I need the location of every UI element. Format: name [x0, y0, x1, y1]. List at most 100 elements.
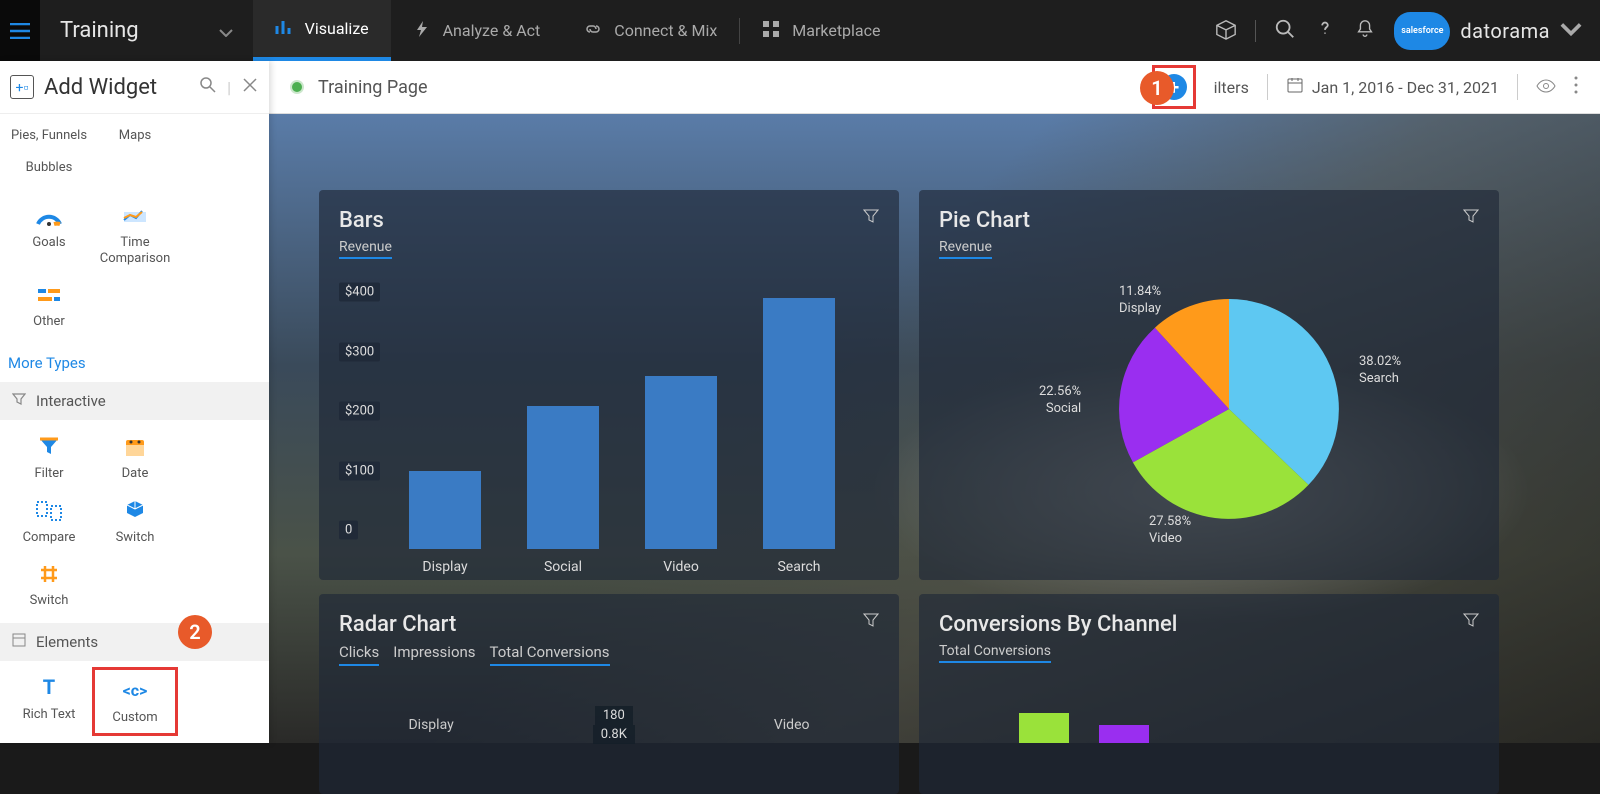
widget-interactive-compare[interactable]: Compare	[6, 490, 92, 554]
funnel-icon	[31, 434, 67, 460]
bar-search	[763, 298, 835, 549]
search-icon[interactable]	[1274, 18, 1296, 44]
radar-value: 180	[595, 706, 633, 725]
pie-label-display: 11.84% Display	[1119, 284, 1161, 318]
add-widget-panel: +▫ Add Widget | Pies, Funnels Maps Bubbl…	[0, 61, 269, 743]
radar-value: 0.8K	[593, 725, 635, 744]
widget-type-other[interactable]: Other	[6, 274, 92, 338]
y-tick: $400	[339, 283, 380, 302]
widget-interactive-filter[interactable]: Filter	[6, 426, 92, 490]
section-interactive: Interactive	[0, 382, 269, 420]
more-types-link[interactable]: More Types	[0, 344, 269, 382]
hamburger-button[interactable]	[0, 0, 40, 61]
widget-type-maps[interactable]: Maps	[92, 120, 178, 152]
pie-chart: 38.02% Search 27.58% Video 22.56% Social…	[939, 269, 1479, 559]
widget-type-pies[interactable]: Pies, Funnels	[6, 120, 92, 152]
widget-radar[interactable]: Radar Chart Clicks Impressions Total Con…	[319, 594, 899, 794]
filter-icon[interactable]	[1463, 612, 1479, 632]
dashboard-canvas: Bars Revenue 0 $100 $200 $300 $400 Displ…	[269, 114, 1600, 743]
radar-chart: Display 180 0.8K Video	[339, 680, 879, 770]
y-tick: $300	[339, 342, 380, 361]
filters-label[interactable]: ilters	[1214, 78, 1249, 97]
widget-type-goals[interactable]: Goals	[6, 195, 92, 274]
eye-icon[interactable]	[1536, 78, 1556, 97]
text-icon: T	[31, 675, 67, 701]
bar-video	[645, 376, 717, 549]
tab-label: Connect & Mix	[614, 21, 717, 40]
bar-chart: 0 $100 $200 $300 $400	[389, 279, 879, 549]
bar-social	[527, 406, 599, 549]
widget-element-rich-text[interactable]: T Rich Text	[6, 667, 92, 737]
x-label: Video	[645, 559, 717, 575]
widget-subtitle: Revenue	[339, 239, 392, 259]
chevron-down-icon	[219, 18, 233, 43]
bar-display	[409, 471, 481, 549]
conversions-bars	[1019, 683, 1479, 743]
grid-icon	[762, 20, 780, 42]
filter-icon[interactable]	[1463, 208, 1479, 228]
radar-tab-conversions[interactable]: Total Conversions	[490, 643, 610, 666]
workspace-name: Training	[60, 18, 139, 43]
code-icon: <c>	[117, 678, 153, 704]
svg-text:T: T	[43, 676, 55, 699]
brand-text: datorama	[1460, 19, 1550, 43]
widget-interactive-date[interactable]: Date	[92, 426, 178, 490]
widget-title: Radar Chart	[339, 612, 624, 637]
widget-title: Conversions By Channel	[939, 612, 1177, 637]
search-icon[interactable]	[199, 76, 217, 98]
y-tick: $200	[339, 402, 380, 421]
widget-element-image[interactable]: age	[6, 736, 92, 743]
tab-visualize[interactable]: Visualize	[253, 0, 391, 61]
divider	[1255, 20, 1256, 42]
widget-conversions[interactable]: Conversions By Channel Total Conversions	[919, 594, 1499, 794]
nav-tabs: Visualize Analyze & Act Connect & Mix Ma…	[253, 0, 903, 61]
nav-right: salesforce datorama	[1215, 12, 1600, 50]
other-icon	[31, 282, 67, 308]
close-icon[interactable]	[241, 76, 259, 98]
widget-title: Bars	[339, 208, 392, 233]
help-icon[interactable]	[1314, 18, 1336, 44]
date-range-text: Jan 1, 2016 - Dec 31, 2021	[1312, 78, 1499, 97]
tab-analyze[interactable]: Analyze & Act	[391, 0, 563, 61]
widget-type-bubbles[interactable]: Bubbles	[6, 152, 92, 184]
brand[interactable]: salesforce datorama	[1394, 12, 1582, 50]
widget-interactive-switch-1[interactable]: Switch	[92, 490, 178, 554]
annotation-marker-2: 2	[178, 615, 212, 649]
conv-bar	[1099, 725, 1149, 743]
workspace-selector[interactable]: Training	[40, 18, 253, 43]
widget-element-headers[interactable]: Headers	[92, 736, 178, 743]
radar-tab-clicks[interactable]: Clicks	[339, 643, 379, 666]
top-nav: Training Visualize Analyze & Act Connect…	[0, 0, 1600, 61]
widget-subtitle: Revenue	[939, 239, 992, 259]
x-label: Search	[763, 559, 835, 575]
bolt-icon	[413, 20, 431, 42]
widget-bars[interactable]: Bars Revenue 0 $100 $200 $300 $400 Displ…	[319, 190, 899, 580]
widget-element-custom[interactable]: <c> Custom	[92, 667, 178, 737]
radar-tab-impressions[interactable]: Impressions	[393, 643, 475, 666]
divider	[1267, 74, 1268, 100]
widget-pie[interactable]: Pie Chart Revenue 38.02% Search 27.58% V…	[919, 190, 1499, 580]
box-icon[interactable]	[1215, 18, 1237, 44]
widget-title: Pie Chart	[939, 208, 1030, 233]
y-tick: 0	[339, 521, 358, 540]
tab-label: Visualize	[305, 19, 369, 38]
tab-marketplace[interactable]: Marketplace	[740, 0, 902, 61]
tab-connect[interactable]: Connect & Mix	[562, 0, 739, 61]
filter-icon[interactable]	[863, 612, 879, 632]
panel-header: +▫ Add Widget |	[0, 61, 269, 114]
x-label: Display	[409, 559, 481, 575]
x-axis-labels: Display Social Video Search	[409, 559, 879, 575]
filter-icon[interactable]	[863, 208, 879, 228]
widget-interactive-switch-2[interactable]: Switch	[6, 553, 92, 617]
y-tick: $100	[339, 461, 380, 480]
page-title: Training Page	[318, 77, 428, 98]
subheader-left: Training Page	[290, 77, 428, 98]
widget-subtitle: Total Conversions	[939, 643, 1051, 663]
widget-type-time-comparison[interactable]: Time Comparison	[92, 195, 178, 274]
panel-title: Add Widget	[44, 75, 189, 100]
bell-icon[interactable]	[1354, 18, 1376, 44]
panel-body: Pies, Funnels Maps Bubbles Goals Time Co…	[0, 114, 269, 743]
more-icon[interactable]	[1574, 76, 1578, 98]
date-range-picker[interactable]: Jan 1, 2016 - Dec 31, 2021	[1286, 76, 1499, 98]
pie-label-search: 38.02% Search	[1359, 354, 1401, 388]
